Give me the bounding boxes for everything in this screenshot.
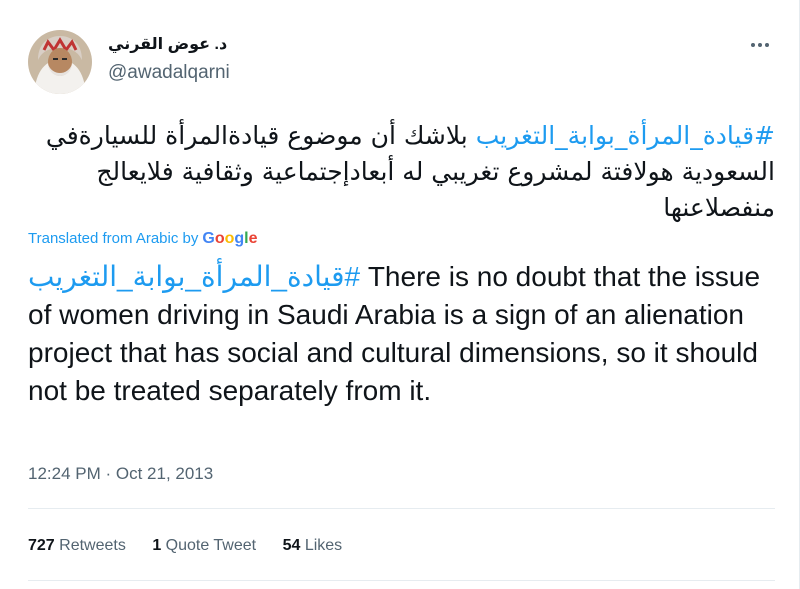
tweet-card: د. عوض القرني @awadalqarni #قيادة_المرأة… (0, 0, 800, 589)
avatar-image (28, 30, 92, 94)
divider-bottom (28, 580, 775, 581)
quote-tweets-label: Quote Tweet (165, 537, 257, 554)
tweet-text-body-1: بلاشك أن موضوع قيادةالمرأة للسيارةفي (45, 121, 476, 150)
google-logo-letter: e (248, 230, 258, 247)
likes-stat[interactable]: 54 Likes (283, 537, 343, 554)
more-options-button[interactable] (745, 34, 775, 56)
quote-tweets-count: 1 (152, 537, 162, 554)
tweet-text-line-1: #قيادة_المرأة_بوابة_التغريب بلاشك أن موض… (28, 118, 775, 154)
google-logo-letter: G (202, 230, 215, 247)
google-logo-letter: o (224, 230, 235, 247)
retweets-label: Retweets (59, 537, 126, 554)
engagement-stats: 727 Retweets 1 Quote Tweet 54 Likes (28, 537, 364, 555)
likes-label: Likes (304, 537, 343, 554)
retweets-stat[interactable]: 727 Retweets (28, 537, 126, 554)
avatar[interactable] (28, 30, 92, 94)
tweet-timestamp[interactable]: 12:24 PM · Oct 21, 2013 (28, 464, 213, 484)
more-horizontal-icon (751, 43, 769, 47)
google-logo: Google (202, 230, 257, 247)
quote-tweets-stat[interactable]: 1 Quote Tweet (152, 537, 256, 554)
likes-count: 54 (282, 537, 301, 554)
tweet-text-line-2: السعودية هولافتة لمشروع تغريبي له أبعادإ… (96, 157, 775, 186)
tweet-text: #قيادة_المرأة_بوابة_التغريب بلاشك أن موض… (28, 118, 775, 226)
translation-label: Translated from Arabic by (28, 230, 199, 247)
author-handle[interactable]: @awadalqarni (108, 62, 230, 84)
divider (28, 508, 775, 509)
translated-hashtag[interactable]: #قيادة_المرأة_بوابة_التغريب (28, 261, 360, 292)
translation-attribution[interactable]: Translated from Arabic by Google (28, 230, 258, 248)
tweet-text-line-3: منفصلاعنها (663, 193, 775, 222)
google-logo-letter: o (214, 230, 225, 247)
retweets-count: 727 (28, 537, 55, 554)
translated-text: #قيادة_المرأة_بوابة_التغريب There is no … (28, 258, 775, 410)
tweet-hashtag[interactable]: #قيادة_المرأة_بوابة_التغريب (476, 121, 775, 150)
google-logo-letter: g (234, 230, 245, 247)
author-display-name[interactable]: د. عوض القرني (108, 34, 227, 54)
